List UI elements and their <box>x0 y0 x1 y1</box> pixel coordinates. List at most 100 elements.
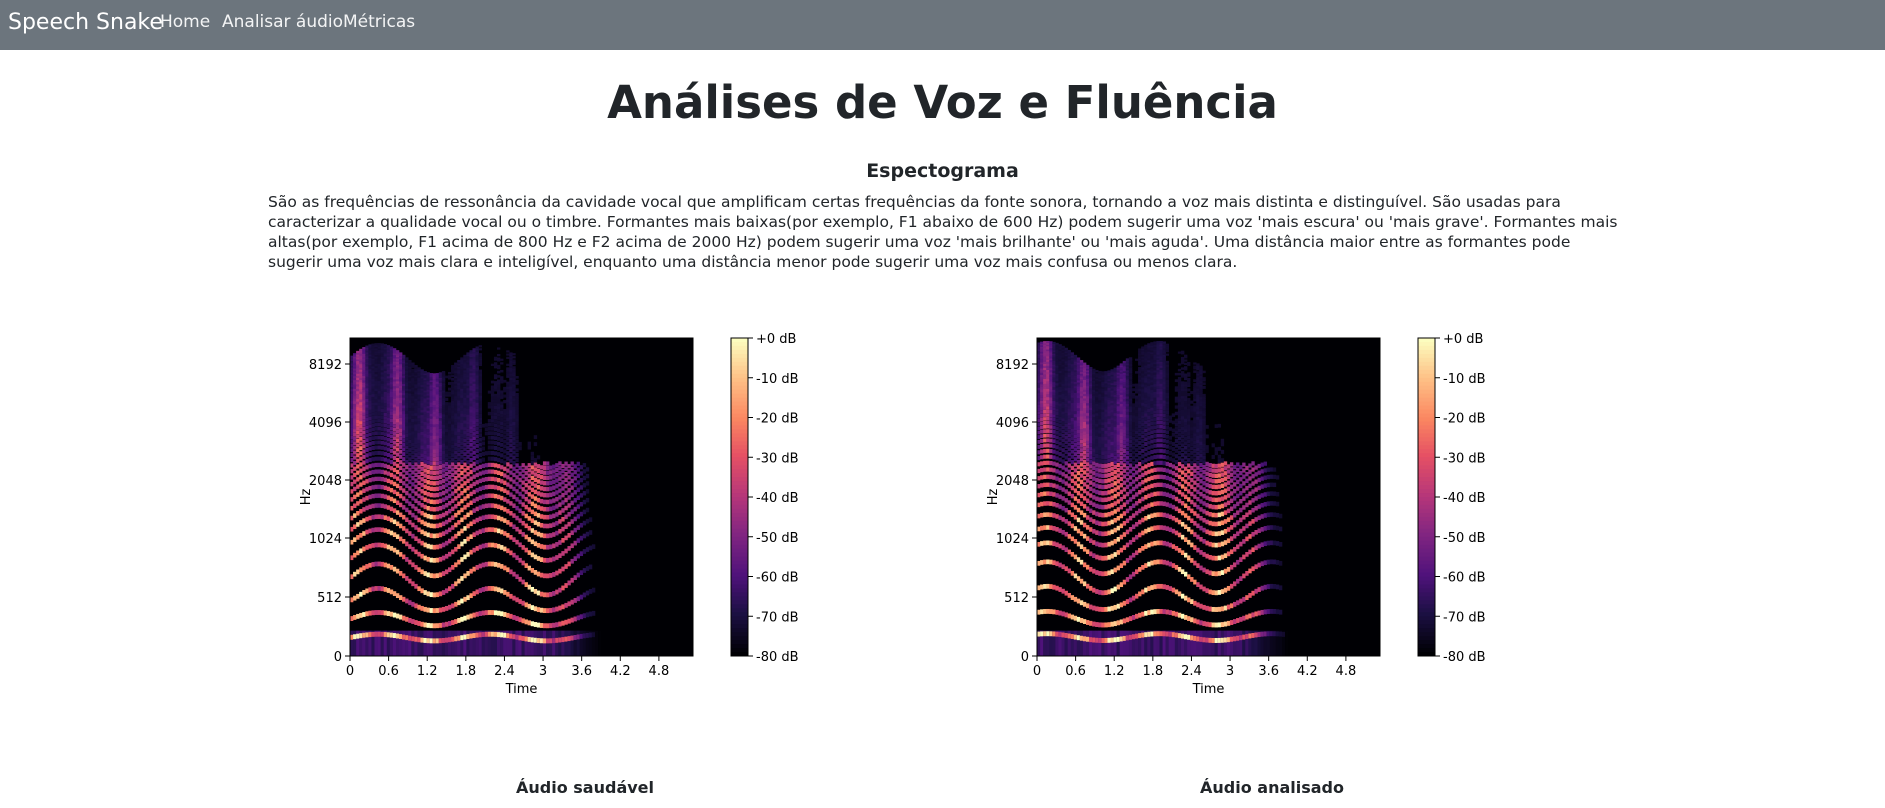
spectro-cell <box>399 536 403 542</box>
spectro-cell <box>530 460 535 465</box>
nav-link-analisar-audio[interactable]: Analisar áudio <box>222 12 343 32</box>
spectro-cell <box>426 498 430 504</box>
spectro-cell <box>555 512 559 517</box>
spectro-cell <box>576 634 580 640</box>
spectro-cell <box>1082 512 1087 518</box>
spectro-cell <box>524 534 528 540</box>
nav-link-home[interactable]: Home <box>160 12 210 32</box>
spectro-cell <box>454 522 458 528</box>
spectro-cell <box>1040 410 1044 414</box>
spectro-cell <box>1067 568 1071 574</box>
spectro-cell <box>457 510 461 515</box>
spectro-cell <box>503 480 507 485</box>
spectro-cell <box>490 542 495 548</box>
spectro-cell <box>1058 420 1062 424</box>
spectro-cell <box>524 471 528 476</box>
spectro-cell <box>451 430 455 435</box>
spectro-cell <box>1092 630 1096 656</box>
spectro-cell <box>585 497 590 503</box>
spectro-cell <box>392 427 397 432</box>
spectro-cell <box>527 507 531 512</box>
spectro-cell <box>463 457 467 462</box>
spectro-cell <box>353 513 357 518</box>
spectro-cell <box>497 477 501 483</box>
spectro-cell <box>1104 542 1108 548</box>
spectro-cell <box>411 601 415 607</box>
spectro-cell <box>536 479 541 484</box>
spectro-cell <box>552 543 556 549</box>
spectro-cell <box>414 564 418 570</box>
spectro-cell <box>500 471 504 477</box>
spectro-cell <box>460 441 464 446</box>
spectro-cell <box>377 561 381 567</box>
colorbar-segment <box>731 640 748 645</box>
spectro-cell <box>533 570 538 575</box>
spectro-cell <box>521 630 525 656</box>
spectro-cell <box>441 630 446 656</box>
spectro-cell <box>359 424 363 429</box>
spectro-cell <box>441 555 446 561</box>
section-title: Espectograma <box>866 160 1019 182</box>
spectro-cell <box>582 499 587 505</box>
spectro-cell <box>564 583 568 588</box>
spectro-cell <box>1070 485 1075 491</box>
spectro-cell <box>469 491 473 497</box>
spectro-cell <box>356 403 360 408</box>
y-tick-label: 4096 <box>309 416 342 431</box>
spectro-cell <box>1043 388 1047 392</box>
spectro-cell <box>1101 630 1105 656</box>
spectro-cell <box>1049 367 1053 371</box>
spectro-cell <box>1037 526 1041 532</box>
spectro-cell <box>515 392 519 397</box>
spectro-cell <box>503 379 507 383</box>
spectro-cell <box>371 543 375 548</box>
spectro-cell <box>380 456 384 462</box>
spectro-cell <box>463 410 467 415</box>
brand-link[interactable]: Speech Snake <box>8 10 163 35</box>
spectro-cell <box>1058 412 1062 417</box>
spectro-cell <box>1052 439 1056 444</box>
spectro-cell <box>469 613 473 619</box>
spectro-cell <box>435 506 440 512</box>
spectro-cell <box>353 614 357 620</box>
spectro-cell <box>408 486 412 491</box>
spectro-cell <box>368 470 372 475</box>
colorbar-segment <box>731 536 748 542</box>
spectro-cell <box>362 546 366 552</box>
spectro-cell <box>414 630 418 656</box>
spectro-cell <box>1058 423 1062 428</box>
spectro-cell <box>1076 416 1081 420</box>
spectro-cell <box>490 411 495 416</box>
spectro-cell <box>1104 447 1108 452</box>
nav-link-metricas[interactable]: Métricas <box>343 12 415 32</box>
spectro-cell <box>414 506 418 512</box>
spectro-cell <box>417 621 421 626</box>
spectro-cell <box>1061 407 1065 412</box>
spectro-cell <box>432 475 437 481</box>
spectro-cell <box>536 464 541 469</box>
spectro-cell <box>1055 365 1059 368</box>
spectro-cell <box>1040 631 1044 637</box>
spectro-cell <box>371 343 375 346</box>
spectro-cell <box>1098 531 1102 536</box>
spectro-cell <box>1037 541 1041 547</box>
spectro-cell <box>536 468 541 474</box>
spectro-cell <box>564 548 568 554</box>
spectro-cell <box>1101 451 1105 456</box>
spectro-cell <box>490 427 495 431</box>
spectro-cell <box>1079 425 1084 429</box>
spectro-cell <box>490 431 495 436</box>
spectro-cell <box>460 433 464 438</box>
spectro-cell <box>487 419 492 423</box>
spectro-cell <box>503 415 507 420</box>
spectro-cell <box>1076 528 1081 534</box>
spectro-cell <box>463 496 467 501</box>
spectro-cell <box>383 485 388 491</box>
spectro-cell <box>497 632 501 638</box>
spectro-cell <box>362 426 366 431</box>
spectro-cell <box>1079 448 1084 453</box>
spectro-cell <box>493 457 498 462</box>
spectro-cell <box>460 416 464 420</box>
spectro-cell <box>368 394 372 398</box>
spectro-cell <box>377 365 381 368</box>
